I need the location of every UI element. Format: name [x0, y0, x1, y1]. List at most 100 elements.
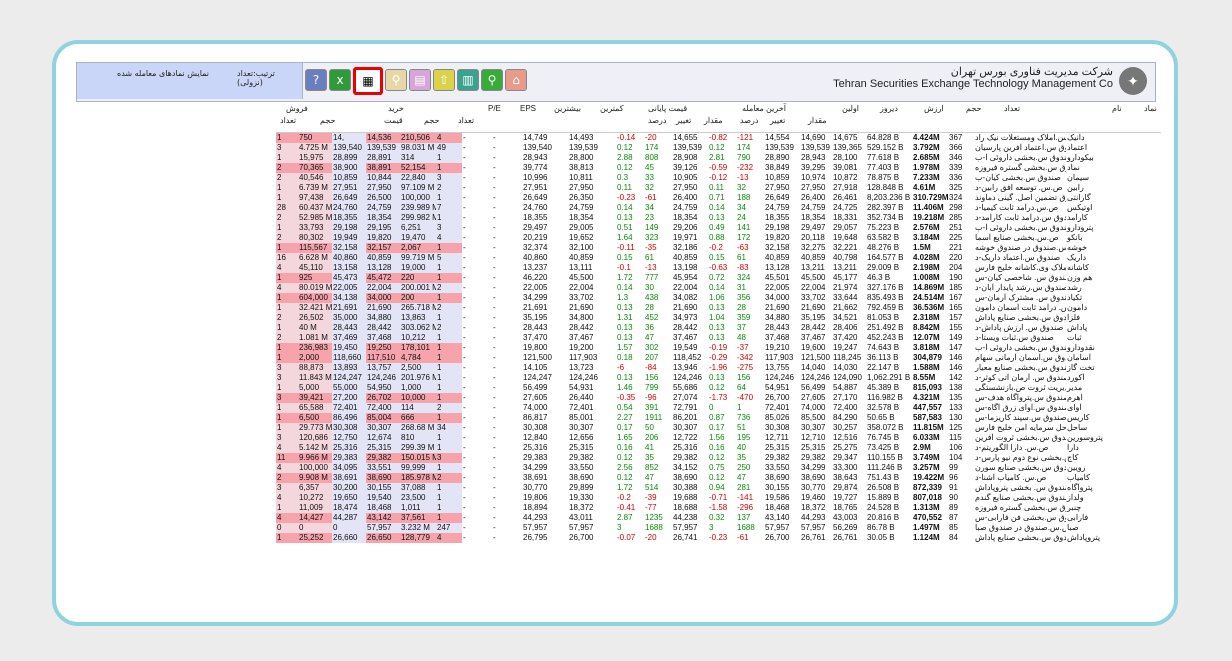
sheet-icon[interactable]: ▥	[457, 69, 479, 91]
table-cell: 43,003	[833, 513, 858, 522]
logo-mark-icon: ✦	[1119, 67, 1147, 95]
help-icon[interactable]: ?	[305, 69, 327, 91]
table-row[interactable]: 4 14,427 44,287 43,142 37,561 1- -44,293 43,011…	[276, 513, 1161, 523]
header-amount[interactable]: مقدار	[808, 116, 827, 125]
table-row[interactable]: 4 45,110 13,158 13,128 19,000 1- -13,237 13,111…	[276, 263, 1161, 273]
header-yesterday[interactable]: دیروز	[880, 104, 898, 113]
header-count[interactable]: تعداد	[1004, 104, 1020, 113]
table-row[interactable]: 1 6,500 86,496 85,004 666 1- -86,817 85,001 2.27…	[276, 413, 1161, 423]
header-close-change[interactable]: تغییر	[676, 116, 691, 125]
table-row[interactable]: 0 0 0 57,957 3.232 M 247- -57,957 57,957 3 1688 57…	[276, 523, 1161, 533]
table-row[interactable]: 3 39,421 27,200 26,702 10,000 1- -27,605 26,440…	[276, 393, 1161, 403]
table-row[interactable]: 2 70,365 38,900 38,891 52,154 1- -39,774 38,813…	[276, 163, 1161, 173]
table-cell: 117,903	[765, 353, 794, 362]
header-last-amount[interactable]: مقدار	[704, 116, 723, 125]
table-cell: 6.628 M	[298, 253, 332, 263]
table-cell: 14,690	[801, 133, 826, 142]
table-row[interactable]: 4 80.019 M 22,005 22,004 200.001 M 2- -22,005 2…	[276, 283, 1161, 293]
table-row[interactable]: 1 750 14, 14,536 210,506 4- -14,749 14,493 -0.14…	[276, 133, 1161, 143]
table-cell: -	[463, 143, 466, 152]
table-row[interactable]: 2 1.081 M 37,469 37,468 10,212 1- -37,470 37,46…	[276, 333, 1161, 343]
header-volume[interactable]: حجم	[966, 104, 981, 113]
table-row[interactable]: 1 11,009 18,474 18,468 1,011 1- -18,894 18,372-…	[276, 503, 1161, 513]
table-cell: ص.س. دارا الگوریتم-د	[975, 443, 1049, 452]
table-row[interactable]: 1 236,983 19,450 19,250 178,101 1- -19,800 19,2…	[276, 343, 1161, 353]
table-row[interactable]: 4 10,272 19,650 19,540 23,500 1- -19,806 19,330…	[276, 493, 1161, 503]
table-cell: -	[493, 283, 496, 292]
table-cell: 1	[276, 503, 298, 513]
header-buy-group[interactable]: خرید	[388, 104, 404, 113]
table-cell: 1	[436, 293, 462, 303]
table-row[interactable]: 1 32.421 M 21,691 21,690 265.718 M 2- -21,691 2…	[276, 303, 1161, 313]
table-cell: رویین	[1067, 463, 1086, 472]
table-cell: 0.13	[709, 333, 725, 342]
header-last-group[interactable]: آخرین معامله	[742, 104, 786, 113]
table-row[interactable]: 1 15,975 28,899 28,891 314 1- -28,943 28,800 2.8…	[276, 153, 1161, 163]
table-row[interactable]: 1 40 M 28,443 28,442 303.062 M 2- -28,443 28,44…	[276, 323, 1161, 333]
table-row[interactable]: 3 6,357 30,200 30,155 37,088 1- -30,770 29,899 1…	[276, 483, 1161, 493]
header-name[interactable]: نام	[1112, 104, 1122, 113]
grid-view-icon[interactable]: ▦	[353, 67, 383, 95]
table-row[interactable]: 3 4.725 M 139,540 139,539 98.031 M 49- -139,54…	[276, 143, 1161, 153]
table-row[interactable]: 4 100,000 34,095 33,551 99,999 1- -34,299 33,55…	[276, 463, 1161, 473]
table-cell: -	[493, 383, 496, 392]
header-symbol[interactable]: نماد	[1144, 104, 1157, 113]
table-row[interactable]: 3 88,873 13,893 13,757 2,500 1- -14,105 13,723-…	[276, 363, 1161, 373]
table-cell: -	[493, 503, 496, 512]
table-row[interactable]: 1 65,588 72,401 72,400 114 2- -74,000 72,401 0.5…	[276, 403, 1161, 413]
table-row[interactable]: 1 33,793 29,198 29,195 6,251 3- -29,497 29,005 0…	[276, 223, 1161, 233]
header-sell-count[interactable]: تعداد	[280, 116, 296, 125]
table-row[interactable]: 3 120,686 12,750 12,674 810 1- -12,840 12,656 1.…	[276, 433, 1161, 443]
table-row[interactable]: 1 25,252 26,660 26,650 128,779 4- -26,795 26,70…	[276, 533, 1161, 543]
table-cell: 736	[737, 413, 751, 422]
table-row[interactable]: 1 97,438 26,649 26,500 100,000 1- -26,649 26,35…	[276, 193, 1161, 203]
table-row[interactable]: 1 925 45,473 45,472 220 1- -46,220 45,500 1.72 77…	[276, 273, 1161, 283]
header-max[interactable]: بیشترین	[554, 104, 581, 113]
table-cell: 57,957	[523, 523, 548, 532]
table-row[interactable]: 28 60.437 M 24,760 24,759 239.989 M 7- -24,760…	[276, 203, 1161, 213]
up-arrow-icon[interactable]: ⇧	[433, 69, 455, 91]
table-row[interactable]: 3 11.843 M 124,247 124,246 201.976 M 1- -124,2…	[276, 373, 1161, 383]
table-row[interactable]: 1 29.773 M 30,308 30,307 268.68 M 34- -30,308 3…	[276, 423, 1161, 433]
header-min[interactable]: کمترین	[600, 104, 624, 113]
table-row[interactable]: 2 26,502 35,000 34,880 13,863 1- -35,195 34,800…	[276, 313, 1161, 323]
table-row[interactable]: 2 80,302 19,949 19,820 19,470 4- -20,219 19,652…	[276, 233, 1161, 243]
search-doc-icon[interactable]: ⚲	[385, 69, 407, 91]
excel-icon[interactable]: x	[329, 69, 351, 91]
show-traded-label[interactable]: نمایش نمادهای معامله شده	[117, 69, 209, 78]
table-cell: 3	[276, 393, 298, 403]
table-row[interactable]: 2 9.908 M 38,691 38,690 185.978 M 2- -38,691 38…	[276, 473, 1161, 483]
header-last-pct[interactable]: درصد	[740, 116, 758, 125]
header-buy-count[interactable]: تعداد	[458, 116, 474, 125]
calendar-icon[interactable]: ▤	[409, 69, 431, 91]
table-row[interactable]: 2 52.985 M 18,355 18,354 299.982 M 1- -18,355 1…	[276, 213, 1161, 223]
header-value[interactable]: ارزش	[924, 104, 944, 113]
table-cell: 815,093	[913, 383, 942, 392]
table-cell: 70,365	[298, 163, 332, 173]
table-row[interactable]: 11 9.966 M 29,383 29,382 150.015 M 3- -29,383 2…	[276, 453, 1161, 463]
header-last-change[interactable]: تغییر	[770, 116, 785, 125]
table-row[interactable]: 1 115,567 32,158 32,157 2,067 1- -32,374 32,100…	[276, 243, 1161, 253]
table-cell: 807,018	[913, 493, 942, 502]
table-row[interactable]: 1 604,000 34,138 34,000 200 1- -34,299 33,702 1.…	[276, 293, 1161, 303]
table-row[interactable]: 16 6.628 M 40,860 40,859 99.719 M 5- -40,860 40…	[276, 253, 1161, 263]
header-buy-price[interactable]: قیمت	[384, 116, 403, 125]
header-sell-group[interactable]: فروش	[286, 104, 308, 113]
table-row[interactable]: 1 5,000 55,000 54,950 1,000 1- -56,499 54,931 1.…	[276, 383, 1161, 393]
table-row[interactable]: 2 40,546 10,859 10,844 22,840 3- -10,996 10,811…	[276, 173, 1161, 183]
header-eps[interactable]: EPS	[520, 104, 536, 113]
header-first[interactable]: اولین	[842, 104, 859, 113]
table-row[interactable]: 1 2,000 118,660 117,510 4,784 1- -121,500 117,9…	[276, 353, 1161, 363]
table-row[interactable]: 4 5.142 M 25,316 25,315 299.39 M 1- -25,316 25,…	[276, 443, 1161, 453]
home-icon[interactable]: ⌂	[505, 69, 527, 91]
magnifier-icon[interactable]: ⚲	[481, 69, 503, 91]
header-sell-volume[interactable]: حجم	[320, 116, 335, 125]
table-cell: 28	[737, 303, 746, 312]
table-row[interactable]: 1 6.739 M 27,951 27,950 97.109 M 2- -27,951 27,…	[276, 183, 1161, 193]
sort-label[interactable]: ترتیب:تعداد (نزولی)	[237, 69, 302, 87]
header-buy-volume[interactable]: حجم	[424, 116, 439, 125]
table-cell: 98.031 M	[400, 143, 436, 153]
header-pe[interactable]: P/E	[488, 104, 501, 113]
header-close-group[interactable]: قیمت پایانی	[648, 104, 687, 113]
header-close-pct[interactable]: درصد	[648, 116, 666, 125]
